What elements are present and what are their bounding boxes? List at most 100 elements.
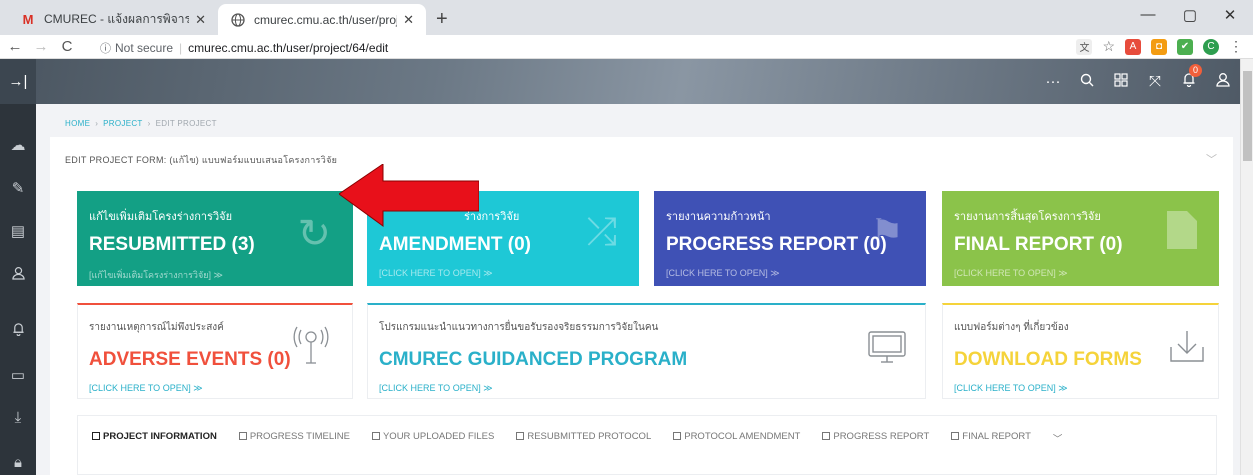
browser-tab-gmail[interactable]: M CMUREC - แจ้งผลการพิจารณา ครั้งที่ ✕ <box>8 4 218 35</box>
user-icon[interactable] <box>1206 72 1240 91</box>
tab-icon <box>516 432 525 440</box>
breadcrumb-project[interactable]: PROJECT <box>103 119 142 128</box>
card-subtitle: โปรแกรมแนะนำแนวทางการยื่นขอรับรองจริยธรร… <box>379 322 659 333</box>
left-sidebar: ☁ ✎ ▤ ▭ ⤓ 🔒︎ <box>0 104 36 475</box>
header-actions: ··· ⤧ 0 <box>1036 59 1240 104</box>
close-tab-icon[interactable]: ✕ <box>403 12 414 28</box>
tab-project-information[interactable]: PROJECT INFORMATION <box>92 431 217 445</box>
app-header: →| ··· ⤧ 0 <box>0 59 1240 104</box>
card-guidance-program[interactable]: โปรแกรมแนะนำแนวทางการยื่นขอรับรองจริยธรร… <box>367 303 926 399</box>
annotation-arrow <box>339 164 479 227</box>
breadcrumb-home[interactable]: HOME <box>65 119 90 128</box>
new-tab-button[interactable]: + <box>436 8 448 31</box>
card-subtitle: รายงานความก้าวหน้า <box>666 211 771 223</box>
tab-icon <box>951 432 960 440</box>
close-tab-icon[interactable]: ✕ <box>195 12 206 28</box>
translate-icon[interactable]: 文 <box>1076 38 1093 55</box>
minimize-icon[interactable]: — <box>1128 6 1168 23</box>
card-link[interactable]: [CLICK HERE TO OPEN] ≫ <box>954 268 1068 279</box>
reload-icon[interactable]: C <box>56 38 78 55</box>
file-icon <box>1167 211 1197 259</box>
card-final-report[interactable]: รายงานการสิ้นสุดโครงการวิจัย FINAL REPOR… <box>942 191 1219 286</box>
browser-tab-strip: M CMUREC - แจ้งผลการพิจารณา ครั้งที่ ✕ c… <box>0 0 1253 35</box>
extension-toolbar: 文 ☆ A ◘ ✔ C ⋮ <box>1076 38 1243 55</box>
card-download-forms[interactable]: แบบฟอร์มต่างๆ ที่เกี่ยวข้อง DOWNLOAD FOR… <box>942 303 1219 399</box>
tab-icon <box>822 432 831 440</box>
tabs-more-chevron-icon[interactable]: ﹀ <box>1053 431 1063 445</box>
card-resubmitted[interactable]: แก้ไขเพิ่มเติมโครงร่างการวิจัย RESUBMITT… <box>77 191 353 286</box>
antenna-icon <box>292 325 330 368</box>
card-title: CMUREC GUIDANCED PROGRAM <box>379 349 688 370</box>
dashboard-icon[interactable]: ☁ <box>0 136 36 154</box>
monitor-icon <box>868 331 906 370</box>
tab-icon <box>92 432 100 440</box>
vertical-scrollbar[interactable] <box>1240 59 1253 475</box>
card-subtitle: รายงานเหตุการณ์ไม่พึงประสงค์ <box>89 322 224 333</box>
gmail-icon: M <box>22 12 34 27</box>
back-icon[interactable]: ← <box>4 38 26 55</box>
tab-protocol-amendment[interactable]: PROTOCOL AMENDMENT <box>673 431 800 445</box>
project-tabs: PROJECT INFORMATION PROGRESS TIMELINE YO… <box>77 415 1217 475</box>
card-link[interactable]: [CLICK HERE TO OPEN] ≫ <box>666 268 780 279</box>
card-link[interactable]: [CLICK HERE TO OPEN] ≫ <box>379 383 493 394</box>
shopping-extension-icon[interactable]: ◘ <box>1151 38 1167 55</box>
browser-tab-cmurec[interactable]: cmurec.cmu.ac.th/user/project/6 ✕ <box>218 4 426 35</box>
tab-uploaded-files[interactable]: YOUR UPLOADED FILES <box>371 431 494 445</box>
close-window-icon[interactable]: ✕ <box>1210 6 1250 24</box>
security-label: Not secure <box>115 40 174 55</box>
forward-icon[interactable]: → <box>30 38 52 55</box>
bell-icon[interactable]: 0 <box>1172 64 1206 91</box>
maximize-icon[interactable]: ▢ <box>1170 6 1210 24</box>
card-link[interactable]: [CLICK HERE TO OPEN] ≫ <box>379 268 493 279</box>
card-link[interactable]: [แก้ไขเพิ่มเติมโครงร่างการวิจัย] ≫ <box>89 268 223 282</box>
menu-dots-icon[interactable]: ⋮ <box>1229 38 1243 55</box>
sidebar-toggle-icon[interactable]: →| <box>0 59 36 104</box>
refresh-icon: ↻ <box>297 212 331 256</box>
bookmark-star-icon[interactable]: ☆ <box>1102 38 1115 55</box>
shuffle-icon: ⤮ <box>586 211 617 253</box>
breadcrumb: HOME › PROJECT › EDIT PROJECT <box>65 119 217 128</box>
card-title: FINAL REPORT (0) <box>954 234 1123 255</box>
breadcrumb-current: EDIT PROJECT <box>155 119 217 128</box>
card-subtitle: แก้ไขเพิ่มเติมโครงร่างการวิจัย <box>89 211 233 223</box>
tab-progress-report[interactable]: PROGRESS REPORT <box>822 431 929 445</box>
search-icon[interactable] <box>1070 73 1104 91</box>
pencil-icon[interactable]: ✎ <box>0 179 36 197</box>
scrollbar-thumb[interactable] <box>1243 71 1252 161</box>
bell-icon[interactable] <box>0 322 36 340</box>
card-link[interactable]: [CLICK HERE TO OPEN] ≫ <box>954 383 1068 394</box>
form-title: EDIT PROJECT FORM: (แก้ไข) แบบฟอร์มแบบเส… <box>65 155 338 165</box>
chevron-down-icon[interactable]: ﹀ <box>1206 151 1217 167</box>
download-icon <box>1169 329 1205 368</box>
info-icon[interactable]: ⓘ <box>100 40 111 56</box>
card-link[interactable]: [CLICK HERE TO OPEN] ≫ <box>89 383 203 394</box>
card-title: AMENDMENT (0) <box>379 234 531 255</box>
tab-title: CMUREC - แจ้งผลการพิจารณา ครั้งที่ <box>44 12 190 26</box>
card-title: ADVERSE EVENTS (0) <box>89 349 291 370</box>
card-title: DOWNLOAD FORMS <box>954 349 1142 370</box>
card-progress-report[interactable]: รายงานความก้าวหน้า PROGRESS REPORT (0) [… <box>654 191 926 286</box>
card-title: RESUBMITTED (3) <box>89 234 255 255</box>
card-subtitle: แบบฟอร์มต่างๆ ที่เกี่ยวข้อง <box>954 322 1069 333</box>
fullscreen-icon[interactable]: ⤧ <box>1138 73 1172 90</box>
user-icon[interactable] <box>0 266 36 284</box>
tab-resubmitted-protocol[interactable]: RESUBMITTED PROTOCOL <box>516 431 651 445</box>
tab-title: cmurec.cmu.ac.th/user/project/6 <box>254 12 397 27</box>
lock-icon[interactable]: 🔒︎ <box>0 454 36 471</box>
download-icon[interactable]: ⤓ <box>0 409 36 426</box>
apps-grid-icon[interactable] <box>1104 72 1138 91</box>
more-dots-icon[interactable]: ··· <box>1036 73 1070 90</box>
tab-icon <box>371 432 380 440</box>
card-adverse-events[interactable]: รายงานเหตุการณ์ไม่พึงประสงค์ ADVERSE EVE… <box>77 303 353 399</box>
address-bar: ← → C ⓘ Not secure | cmurec.cmu.ac.th/us… <box>0 35 1253 59</box>
profile-avatar[interactable]: C <box>1203 38 1219 55</box>
globe-icon <box>230 12 246 28</box>
tab-icon <box>673 432 682 440</box>
archive-icon[interactable]: ▤ <box>0 222 36 240</box>
pdf-extension-icon[interactable]: A <box>1125 38 1141 55</box>
monitor-icon[interactable]: ▭ <box>0 366 36 384</box>
url-field[interactable]: ⓘ Not secure | cmurec.cmu.ac.th/user/pro… <box>100 38 920 57</box>
tab-final-report[interactable]: FINAL REPORT <box>951 431 1031 445</box>
tab-progress-timeline[interactable]: PROGRESS TIMELINE <box>238 431 350 445</box>
extension-icon[interactable]: ✔ <box>1177 38 1193 55</box>
